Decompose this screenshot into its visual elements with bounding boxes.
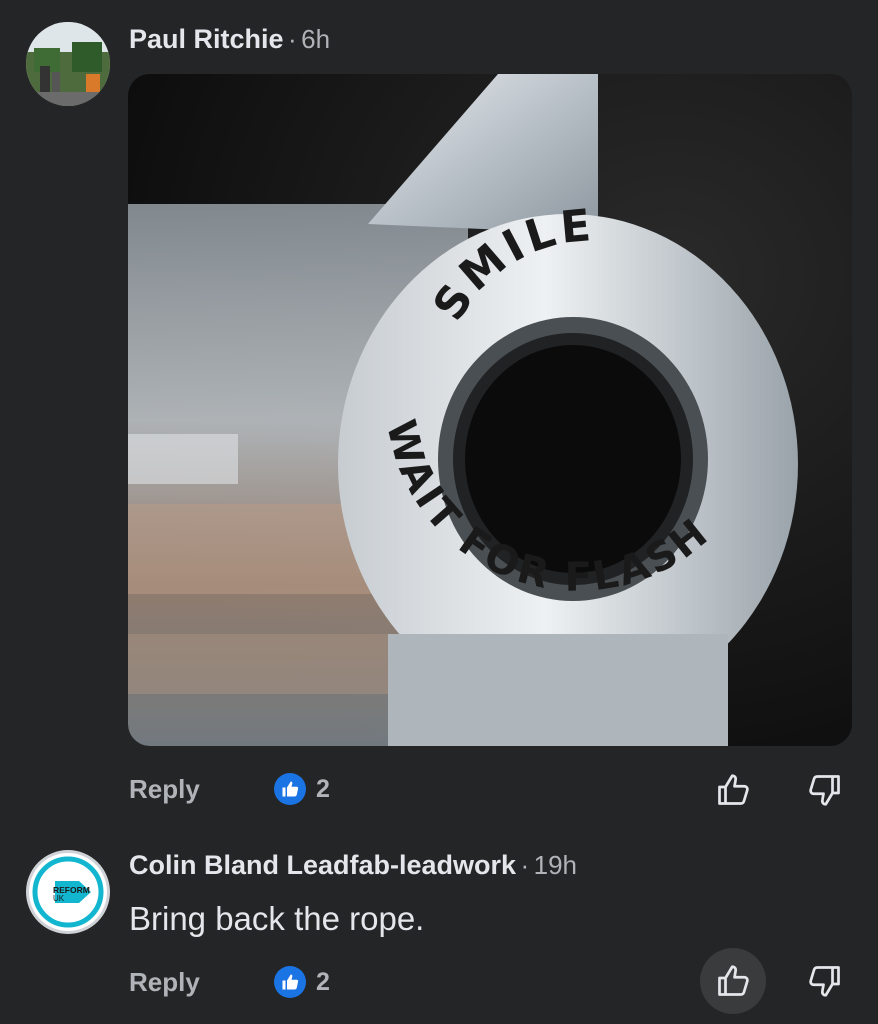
reform-uk-logo: REFORM UK bbox=[32, 856, 104, 928]
thumbs-down-button[interactable] bbox=[792, 757, 858, 823]
logo-text-line2: UK bbox=[53, 894, 65, 903]
thumbs-up-icon bbox=[718, 965, 749, 996]
thumbs-down-icon bbox=[809, 775, 840, 806]
reply-button[interactable]: Reply bbox=[129, 967, 200, 998]
comment-header: Colin Bland Leadfab-leadwork · 19h bbox=[129, 850, 577, 881]
revolver-muzzle-image: SMILE WAIT FOR FLASH bbox=[128, 74, 852, 746]
timestamp[interactable]: 6h bbox=[301, 24, 330, 54]
like-reaction-icon bbox=[274, 966, 306, 998]
like-count: 2 bbox=[316, 967, 330, 996]
comment-1: Paul Ritchie · 6h SMILE WAIT FOR FLASH R… bbox=[0, 0, 878, 830]
thumbs-down-button[interactable] bbox=[792, 948, 858, 1014]
separator-dot: · bbox=[288, 24, 297, 54]
thumbs-up-button[interactable] bbox=[700, 757, 766, 823]
author-name[interactable]: Paul Ritchie bbox=[129, 24, 284, 54]
reaction-summary[interactable]: 2 bbox=[274, 966, 330, 998]
like-reaction-icon bbox=[274, 773, 306, 805]
separator-dot: · bbox=[520, 850, 530, 880]
like-count: 2 bbox=[316, 774, 330, 803]
timestamp[interactable]: 19h bbox=[534, 850, 577, 880]
thumbs-up-button[interactable] bbox=[700, 948, 766, 1014]
comment-header: Paul Ritchie · 6h bbox=[129, 24, 330, 55]
avatar[interactable]: REFORM UK bbox=[26, 850, 110, 934]
reaction-summary[interactable]: 2 bbox=[274, 773, 330, 805]
thumbs-up-icon bbox=[718, 774, 749, 805]
image-attachment[interactable]: SMILE WAIT FOR FLASH bbox=[128, 74, 852, 746]
comment-body: Bring back the rope. bbox=[129, 900, 425, 937]
comment-2: REFORM UK Colin Bland Leadfab-leadwork ·… bbox=[0, 830, 878, 1024]
thumbs-down-icon bbox=[809, 966, 840, 997]
author-name[interactable]: Colin Bland Leadfab-leadwork bbox=[129, 850, 516, 880]
avatar-photo bbox=[26, 22, 110, 106]
avatar[interactable] bbox=[26, 22, 110, 106]
reply-button[interactable]: Reply bbox=[129, 774, 200, 805]
